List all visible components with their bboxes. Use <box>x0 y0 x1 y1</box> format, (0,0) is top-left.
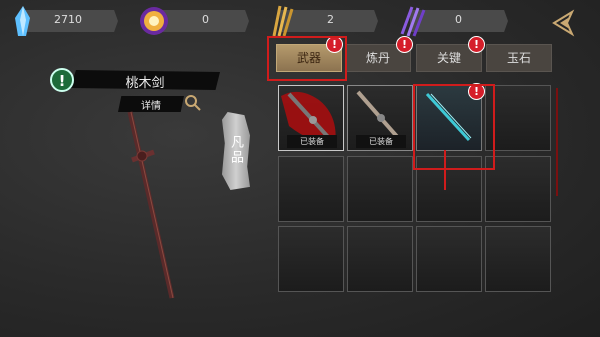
peach-wood-sword-icon <box>127 111 175 299</box>
gold-orb-icon <box>140 7 168 35</box>
highlight-arrow <box>444 150 446 190</box>
inventory-slot[interactable] <box>347 226 413 292</box>
grade-label: 凡品 <box>228 135 243 165</box>
info-icon[interactable]: ! <box>50 68 74 92</box>
inventory-slot[interactable] <box>485 85 551 151</box>
tab-label: 玉石 <box>506 51 531 65</box>
tab-label: 炼丹 <box>365 51 390 65</box>
resource-claws: 0 <box>396 6 508 37</box>
inventory-slot-red-sword[interactable]: 已装备 <box>278 85 344 151</box>
inventory-slot[interactable] <box>416 156 482 222</box>
purple-claws-icon <box>400 6 426 37</box>
blue-crystal-icon <box>15 6 30 36</box>
back-arrow-icon[interactable] <box>548 8 578 38</box>
swords-value: 2 <box>327 13 334 26</box>
inventory-slot[interactable] <box>278 226 344 292</box>
gold-swords-icon <box>272 5 294 37</box>
scrollbar[interactable] <box>556 88 558 196</box>
alert-badge: ! <box>396 36 413 53</box>
inventory-slot[interactable] <box>485 226 551 292</box>
tab-jade[interactable]: 玉石 <box>486 44 552 72</box>
resource-orb: 0 <box>137 7 249 35</box>
alert-badge: ! <box>326 36 343 53</box>
tab-label: 关键 <box>436 51 461 65</box>
alert-badge: ! <box>468 83 485 100</box>
inventory-slot-silver-sword[interactable]: 已装备 <box>347 85 413 151</box>
claws-value: 0 <box>455 13 462 26</box>
inventory-slot[interactable] <box>347 156 413 222</box>
inventory-slot[interactable] <box>416 226 482 292</box>
resource-swords: 2 <box>266 5 378 37</box>
item-title: 桃木剑 <box>125 76 165 91</box>
inventory-slot[interactable] <box>278 156 344 222</box>
inventory-slot[interactable] <box>485 156 551 222</box>
item-title-banner: 桃木剑 <box>70 70 220 90</box>
orb-value: 0 <box>202 13 209 26</box>
equipped-label: 已装备 <box>287 135 337 148</box>
resource-crystal: 2710 <box>6 6 118 36</box>
tab-label: 武器 <box>296 51 321 65</box>
alert-badge: ! <box>468 36 485 53</box>
crystal-value: 2710 <box>54 13 82 26</box>
equipped-label: 已装备 <box>356 135 406 148</box>
